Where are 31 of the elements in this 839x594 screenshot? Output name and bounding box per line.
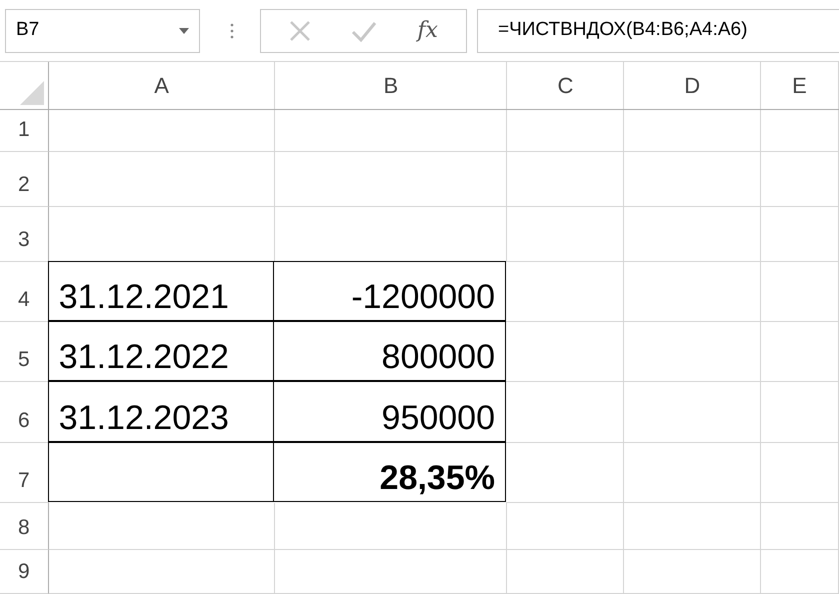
table-cell: 950000 [273, 381, 506, 442]
close-icon[interactable] [289, 20, 312, 42]
cell-reference: B7 [16, 18, 40, 42]
column-header[interactable]: C [507, 62, 624, 109]
empty-cell[interactable] [48, 442, 274, 502]
insert-function-button[interactable]: fx [417, 14, 438, 47]
column-header[interactable]: B [275, 62, 508, 109]
more-icon[interactable] [230, 22, 234, 38]
column-header[interactable]: D [624, 62, 761, 109]
row-header[interactable]: 1 [0, 110, 49, 152]
table-cell: -1200000 [273, 261, 506, 321]
table-cell: 800000 [273, 321, 506, 381]
row-header[interactable]: 2 [0, 152, 49, 207]
row-header[interactable]: 5 [0, 322, 49, 382]
column-header[interactable]: A [48, 62, 276, 109]
formula-field[interactable]: =ЧИСТВНДОХ(B4:B6;A4:A6) [477, 8, 839, 52]
check-icon[interactable] [351, 20, 378, 42]
table-cell: 31.12.2022 [48, 321, 274, 381]
row-header[interactable]: 4 [0, 262, 49, 322]
row-header[interactable]: 9 [0, 550, 49, 594]
table-cell: 31.12.2023 [48, 381, 274, 442]
row-header[interactable]: 8 [0, 503, 49, 550]
row-header[interactable]: 3 [0, 207, 49, 262]
column-header[interactable]: E [760, 62, 839, 109]
table-cell: 28,35% [273, 442, 506, 502]
table-cell: 31.12.2021 [48, 261, 274, 321]
caret-icon [179, 28, 189, 34]
select-all-icon[interactable] [20, 81, 44, 105]
row-header[interactable]: 6 [0, 382, 49, 443]
row-header[interactable]: 7 [0, 443, 49, 503]
name-box[interactable]: B7 [5, 8, 200, 52]
